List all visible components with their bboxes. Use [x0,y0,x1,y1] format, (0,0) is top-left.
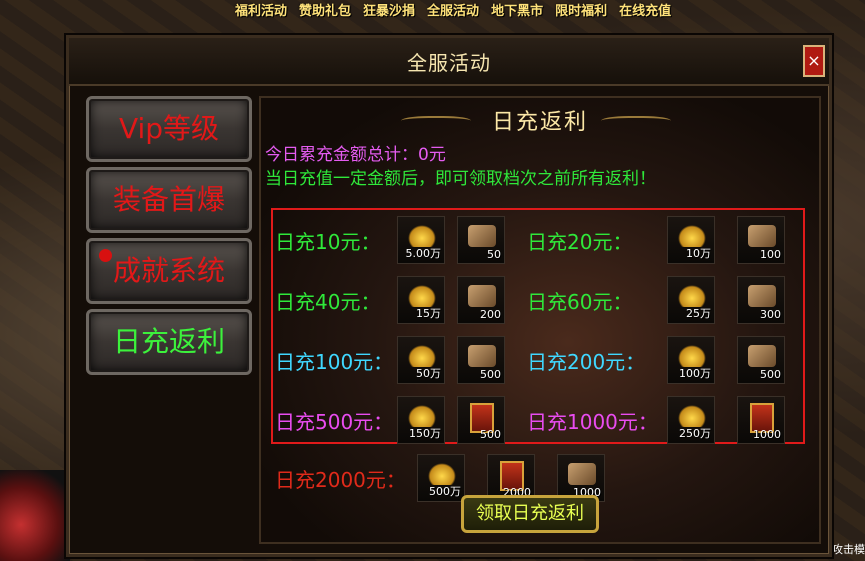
reward-slot[interactable]: 500 [457,336,505,384]
reward-slot[interactable]: 200 [457,276,505,324]
reward-slot[interactable]: 500 [737,336,785,384]
tier-label: 日充10元： [275,230,381,254]
gold-icon [678,405,706,427]
gold-icon [678,225,706,247]
tier-label: 日充100元： [275,350,394,374]
reward-slot[interactable]: 25万 [667,276,715,324]
gold-icon [408,225,436,247]
reward-quantity: 100 [760,248,781,261]
tier-label: 日充500元： [275,410,394,434]
reward-slot[interactable]: 100万 [667,336,715,384]
reward-quantity: 200 [480,308,501,321]
ingot-icon [748,345,776,367]
top-menu-bar: 福利活动 赞助礼包 狂暴沙捐 全服活动 地下黑市 限时福利 在线充值 [235,0,671,19]
total-recharge-text: 今日累充金额总计：0元 [265,145,446,165]
ingot-icon [748,285,776,307]
rule-description: 当日充值一定金额后，即可领取档次之前所有返利！ [265,169,656,189]
top-menu-item[interactable]: 全服活动 [427,0,479,19]
gold-icon [408,345,436,367]
tier-label: 日充200元： [527,350,646,374]
sidebar-item-label: 装备首爆 [112,183,225,216]
health-orb [0,470,70,561]
reward-quantity: 5.00万 [405,247,442,260]
reward-quantity: 10万 [686,247,711,260]
reward-quantity: 300 [760,308,781,321]
tier-label: 日充20元： [527,230,633,254]
reward-quantity: 500 [480,428,501,441]
notification-dot [99,249,112,262]
sidebar-item-achievements[interactable]: 成就系统 [86,238,252,304]
title-flourish-right [601,116,671,128]
sidebar-item-label: 日充返利 [112,325,225,358]
top-menu-item[interactable]: 赞助礼包 [299,0,351,19]
reward-quantity: 500 [760,368,781,381]
ingot-icon [568,463,596,485]
ingot-icon [468,345,496,367]
reward-slot[interactable]: 150万 [397,396,445,444]
reward-quantity: 1000 [753,428,781,441]
sidebar-item-vip-level[interactable]: Vip等级 [86,96,252,162]
top-menu-item[interactable]: 在线充值 [619,0,671,19]
gold-icon [428,463,456,485]
close-button[interactable]: × [803,45,825,77]
reward-quantity: 500 [480,368,501,381]
sidebar: Vip等级 装备首爆 成就系统 日充返利 [83,96,253,541]
reward-quantity: 50 [487,248,501,261]
reward-quantity: 15万 [416,307,441,320]
attack-mode-label[interactable]: 攻击模 [832,541,865,557]
reward-slot[interactable]: 1000 [737,396,785,444]
top-menu-item[interactable]: 福利活动 [235,0,287,19]
gold-icon [408,405,436,427]
gold-icon [678,285,706,307]
reward-quantity: 150万 [409,427,441,440]
reward-slot[interactable]: 50 [457,216,505,264]
reward-quantity: 500万 [429,485,461,498]
tier-label: 日充60元： [527,290,633,314]
sidebar-item-label: Vip等级 [118,112,220,145]
sidebar-item-daily-recharge[interactable]: 日充返利 [86,309,252,375]
section-title: 日充返利 [491,110,588,135]
top-menu-item[interactable]: 限时福利 [555,0,607,19]
reward-quantity: 50万 [416,367,441,380]
gold-icon [408,285,436,307]
reward-slot[interactable]: 500万 [417,454,465,502]
ingot-icon [748,225,776,247]
reward-slot[interactable]: 100 [737,216,785,264]
ingot-icon [468,225,496,247]
ingot-icon [468,285,496,307]
tier-label: 日充40元： [275,290,381,314]
sidebar-item-label: 成就系统 [112,254,225,287]
reward-quantity: 250万 [679,427,711,440]
tier-label: 日充1000元： [527,410,658,434]
reward-slot[interactable]: 500 [457,396,505,444]
sidebar-item-equipment-drop[interactable]: 装备首爆 [86,167,252,233]
reward-slot[interactable]: 300 [737,276,785,324]
tier-label: 日充2000元： [275,468,406,492]
reward-slot[interactable]: 15万 [397,276,445,324]
claim-rebate-button[interactable]: 领取日充返利 [461,495,599,533]
reward-slot[interactable]: 10万 [667,216,715,264]
reward-slot[interactable]: 50万 [397,336,445,384]
reward-slot[interactable]: 5.00万 [397,216,445,264]
reward-quantity: 25万 [686,307,711,320]
top-menu-item[interactable]: 狂暴沙捐 [363,0,415,19]
top-menu-item[interactable]: 地下黑市 [491,0,543,19]
activity-window: 全服活动 × Vip等级 装备首爆 成就系统 日充返利 日充返利 今日累充金额总… [66,35,832,557]
gold-icon [678,345,706,367]
reward-quantity: 100万 [679,367,711,380]
window-title: 全服活动 [69,38,829,86]
reward-slot[interactable]: 250万 [667,396,715,444]
content-panel: 日充返利 今日累充金额总计：0元 当日充值一定金额后，即可领取档次之前所有返利！… [259,96,821,544]
